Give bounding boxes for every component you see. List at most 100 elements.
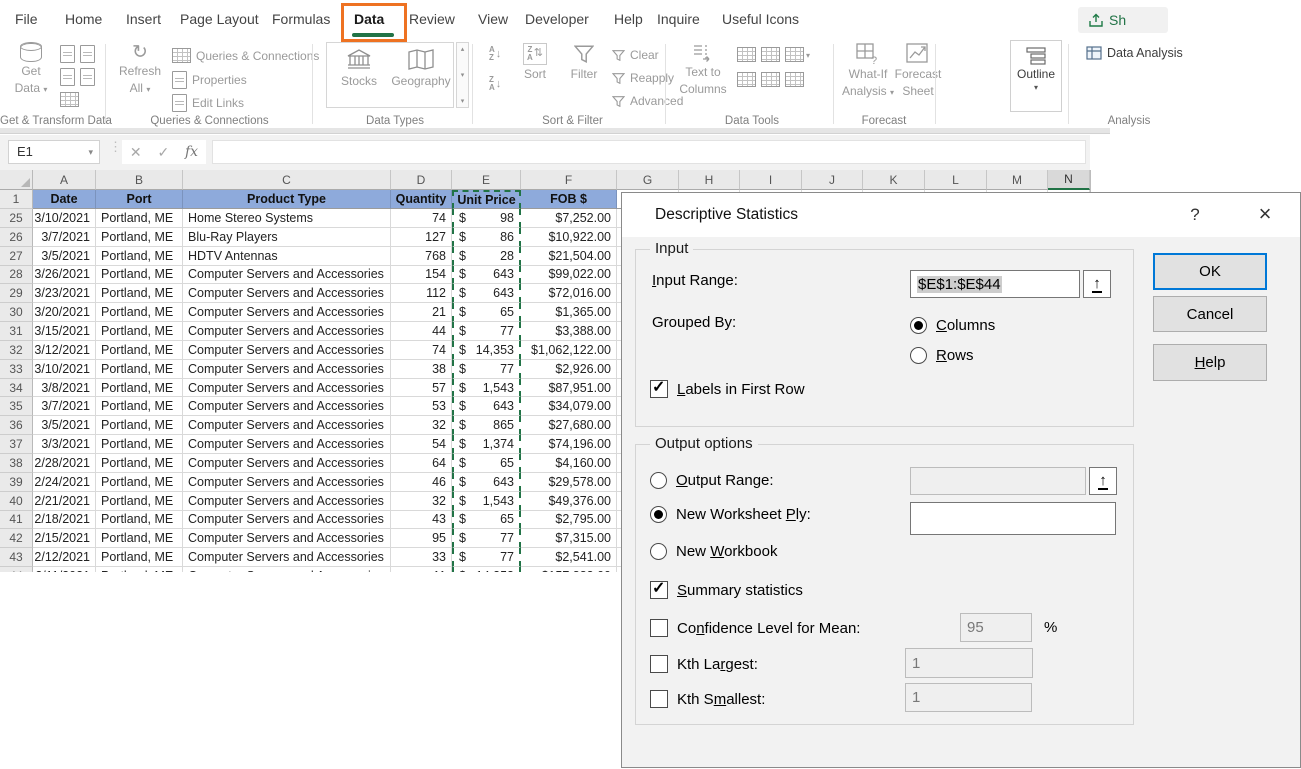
column-header-C[interactable]: C (183, 170, 391, 190)
cell-C40[interactable]: Computer Servers and Accessories (183, 492, 391, 511)
row-header-42[interactable]: 42 (0, 529, 33, 548)
cell-D31[interactable]: 44 (391, 322, 452, 341)
enter-entry-icon[interactable]: ✓ (157, 144, 169, 161)
ok-button[interactable]: OK (1153, 253, 1267, 290)
kth-smallest-field[interactable]: 1 (905, 683, 1032, 712)
tab-review[interactable]: Review (409, 0, 455, 38)
cell-A41[interactable]: 2/18/2021 (33, 511, 96, 530)
row-header-40[interactable]: 40 (0, 492, 33, 511)
row-header-38[interactable]: 38 (0, 454, 33, 473)
row-header-37[interactable]: 37 (0, 435, 33, 454)
cell-D43[interactable]: 33 (391, 548, 452, 567)
filter-button[interactable]: Filter (562, 43, 606, 82)
gallery-up-icon[interactable]: ▴ (461, 45, 465, 53)
checkbox-confidence-level[interactable] (650, 619, 668, 637)
cell-C38[interactable]: Computer Servers and Accessories (183, 454, 391, 473)
cell-C39[interactable]: Computer Servers and Accessories (183, 473, 391, 492)
column-header-H[interactable]: H (679, 170, 740, 190)
cell-C29[interactable]: Computer Servers and Accessories (183, 284, 391, 303)
cell-D41[interactable]: 43 (391, 511, 452, 530)
help-button[interactable]: Help (1153, 344, 1267, 381)
close-icon[interactable]: × (1250, 193, 1280, 237)
from-table-range-icon[interactable] (60, 92, 79, 107)
cell-C32[interactable]: Computer Servers and Accessories (183, 341, 391, 360)
refresh-all-button[interactable]: ↻ Refresh All ▾ (116, 43, 164, 96)
input-range-field[interactable]: $E$1:$E$44 (910, 270, 1080, 298)
tab-help[interactable]: Help (614, 0, 643, 38)
cell-E28[interactable]: $643 (452, 266, 521, 285)
cell-D25[interactable]: 74 (391, 209, 452, 228)
cell-A38[interactable]: 2/28/2021 (33, 454, 96, 473)
cell-E32[interactable]: $14,353 (452, 341, 521, 360)
cell-F41[interactable]: $2,795.00 (521, 511, 617, 530)
cell-B44[interactable]: Portland, ME (96, 567, 183, 572)
cell-B43[interactable]: Portland, ME (96, 548, 183, 567)
cell-header-port[interactable]: Port (96, 190, 183, 209)
column-header-A[interactable]: A (33, 170, 96, 190)
checkbox-summary-statistics[interactable] (650, 581, 668, 599)
new-workbook-option[interactable]: New Workbook (650, 543, 777, 560)
column-header-F[interactable]: F (521, 170, 617, 190)
properties-button[interactable]: Properties (172, 71, 247, 89)
checkbox-kth-smallest[interactable] (650, 690, 668, 708)
cell-F35[interactable]: $34,079.00 (521, 397, 617, 416)
cell-D27[interactable]: 768 (391, 247, 452, 266)
cell-B29[interactable]: Portland, ME (96, 284, 183, 303)
cell-D30[interactable]: 21 (391, 303, 452, 322)
cell-A27[interactable]: 3/5/2021 (33, 247, 96, 266)
cell-F44[interactable]: $157,883.00 (521, 567, 617, 572)
cell-B30[interactable]: Portland, ME (96, 303, 183, 322)
cell-E38[interactable]: $65 (452, 454, 521, 473)
cell-C27[interactable]: HDTV Antennas (183, 247, 391, 266)
cell-D40[interactable]: 32 (391, 492, 452, 511)
checkbox-kth-largest[interactable] (650, 655, 668, 673)
cell-E41[interactable]: $65 (452, 511, 521, 530)
sort-az-button[interactable]: AZ↓ (489, 46, 501, 62)
cell-E25[interactable]: $98 (452, 209, 521, 228)
new-worksheet-ply-option[interactable]: New Worksheet Ply: (650, 506, 811, 523)
cell-B25[interactable]: Portland, ME (96, 209, 183, 228)
cell-E36[interactable]: $865 (452, 416, 521, 435)
row-header-36[interactable]: 36 (0, 416, 33, 435)
kth-smallest-option[interactable]: Kth Smallest: (650, 690, 765, 708)
sort-button[interactable]: ZA⇅ Sort (514, 43, 556, 82)
grouped-by-rows-option[interactable]: Rows (910, 347, 974, 364)
cell-A31[interactable]: 3/15/2021 (33, 322, 96, 341)
stocks-button[interactable]: Stocks (332, 48, 386, 89)
cell-E31[interactable]: $77 (452, 322, 521, 341)
tab-page-layout[interactable]: Page Layout (180, 0, 259, 38)
from-web-icon[interactable] (60, 68, 75, 86)
cell-D29[interactable]: 112 (391, 284, 452, 303)
cell-B26[interactable]: Portland, ME (96, 228, 183, 247)
cell-A39[interactable]: 2/24/2021 (33, 473, 96, 492)
cell-F39[interactable]: $29,578.00 (521, 473, 617, 492)
cell-A30[interactable]: 3/20/2021 (33, 303, 96, 322)
cell-F30[interactable]: $1,365.00 (521, 303, 617, 322)
tab-home[interactable]: Home (65, 0, 102, 38)
tab-file[interactable]: File (15, 0, 38, 38)
row-header-30[interactable]: 30 (0, 303, 33, 322)
cell-header-fob-[interactable]: FOB $ (521, 190, 617, 209)
cell-E33[interactable]: $77 (452, 360, 521, 379)
geography-button[interactable]: Geography (392, 48, 450, 89)
tab-insert[interactable]: Insert (126, 0, 161, 38)
cell-C33[interactable]: Computer Servers and Accessories (183, 360, 391, 379)
gallery-scrollbar[interactable]: ▴ ▾ ▾ (456, 42, 469, 108)
cell-A35[interactable]: 3/7/2021 (33, 397, 96, 416)
cancel-entry-icon[interactable]: ✕ (130, 144, 142, 161)
cell-A44[interactable]: 2/11/2021 (33, 567, 96, 572)
cell-A43[interactable]: 2/12/2021 (33, 548, 96, 567)
remove-duplicates-icon[interactable] (761, 47, 780, 62)
column-header-G[interactable]: G (617, 170, 679, 190)
tab-useful-icons[interactable]: Useful Icons (722, 0, 799, 38)
kth-largest-field[interactable]: 1 (905, 648, 1033, 678)
confidence-level-field[interactable]: 95 (960, 613, 1032, 642)
share-button[interactable]: Sh (1078, 7, 1168, 33)
row-header-35[interactable]: 35 (0, 397, 33, 416)
cell-F25[interactable]: $7,252.00 (521, 209, 617, 228)
cell-A25[interactable]: 3/10/2021 (33, 209, 96, 228)
tab-formulas[interactable]: Formulas (272, 0, 330, 38)
cell-F40[interactable]: $49,376.00 (521, 492, 617, 511)
cell-C25[interactable]: Home Stereo Systems (183, 209, 391, 228)
dialog-help-icon[interactable]: ? (1182, 193, 1208, 237)
